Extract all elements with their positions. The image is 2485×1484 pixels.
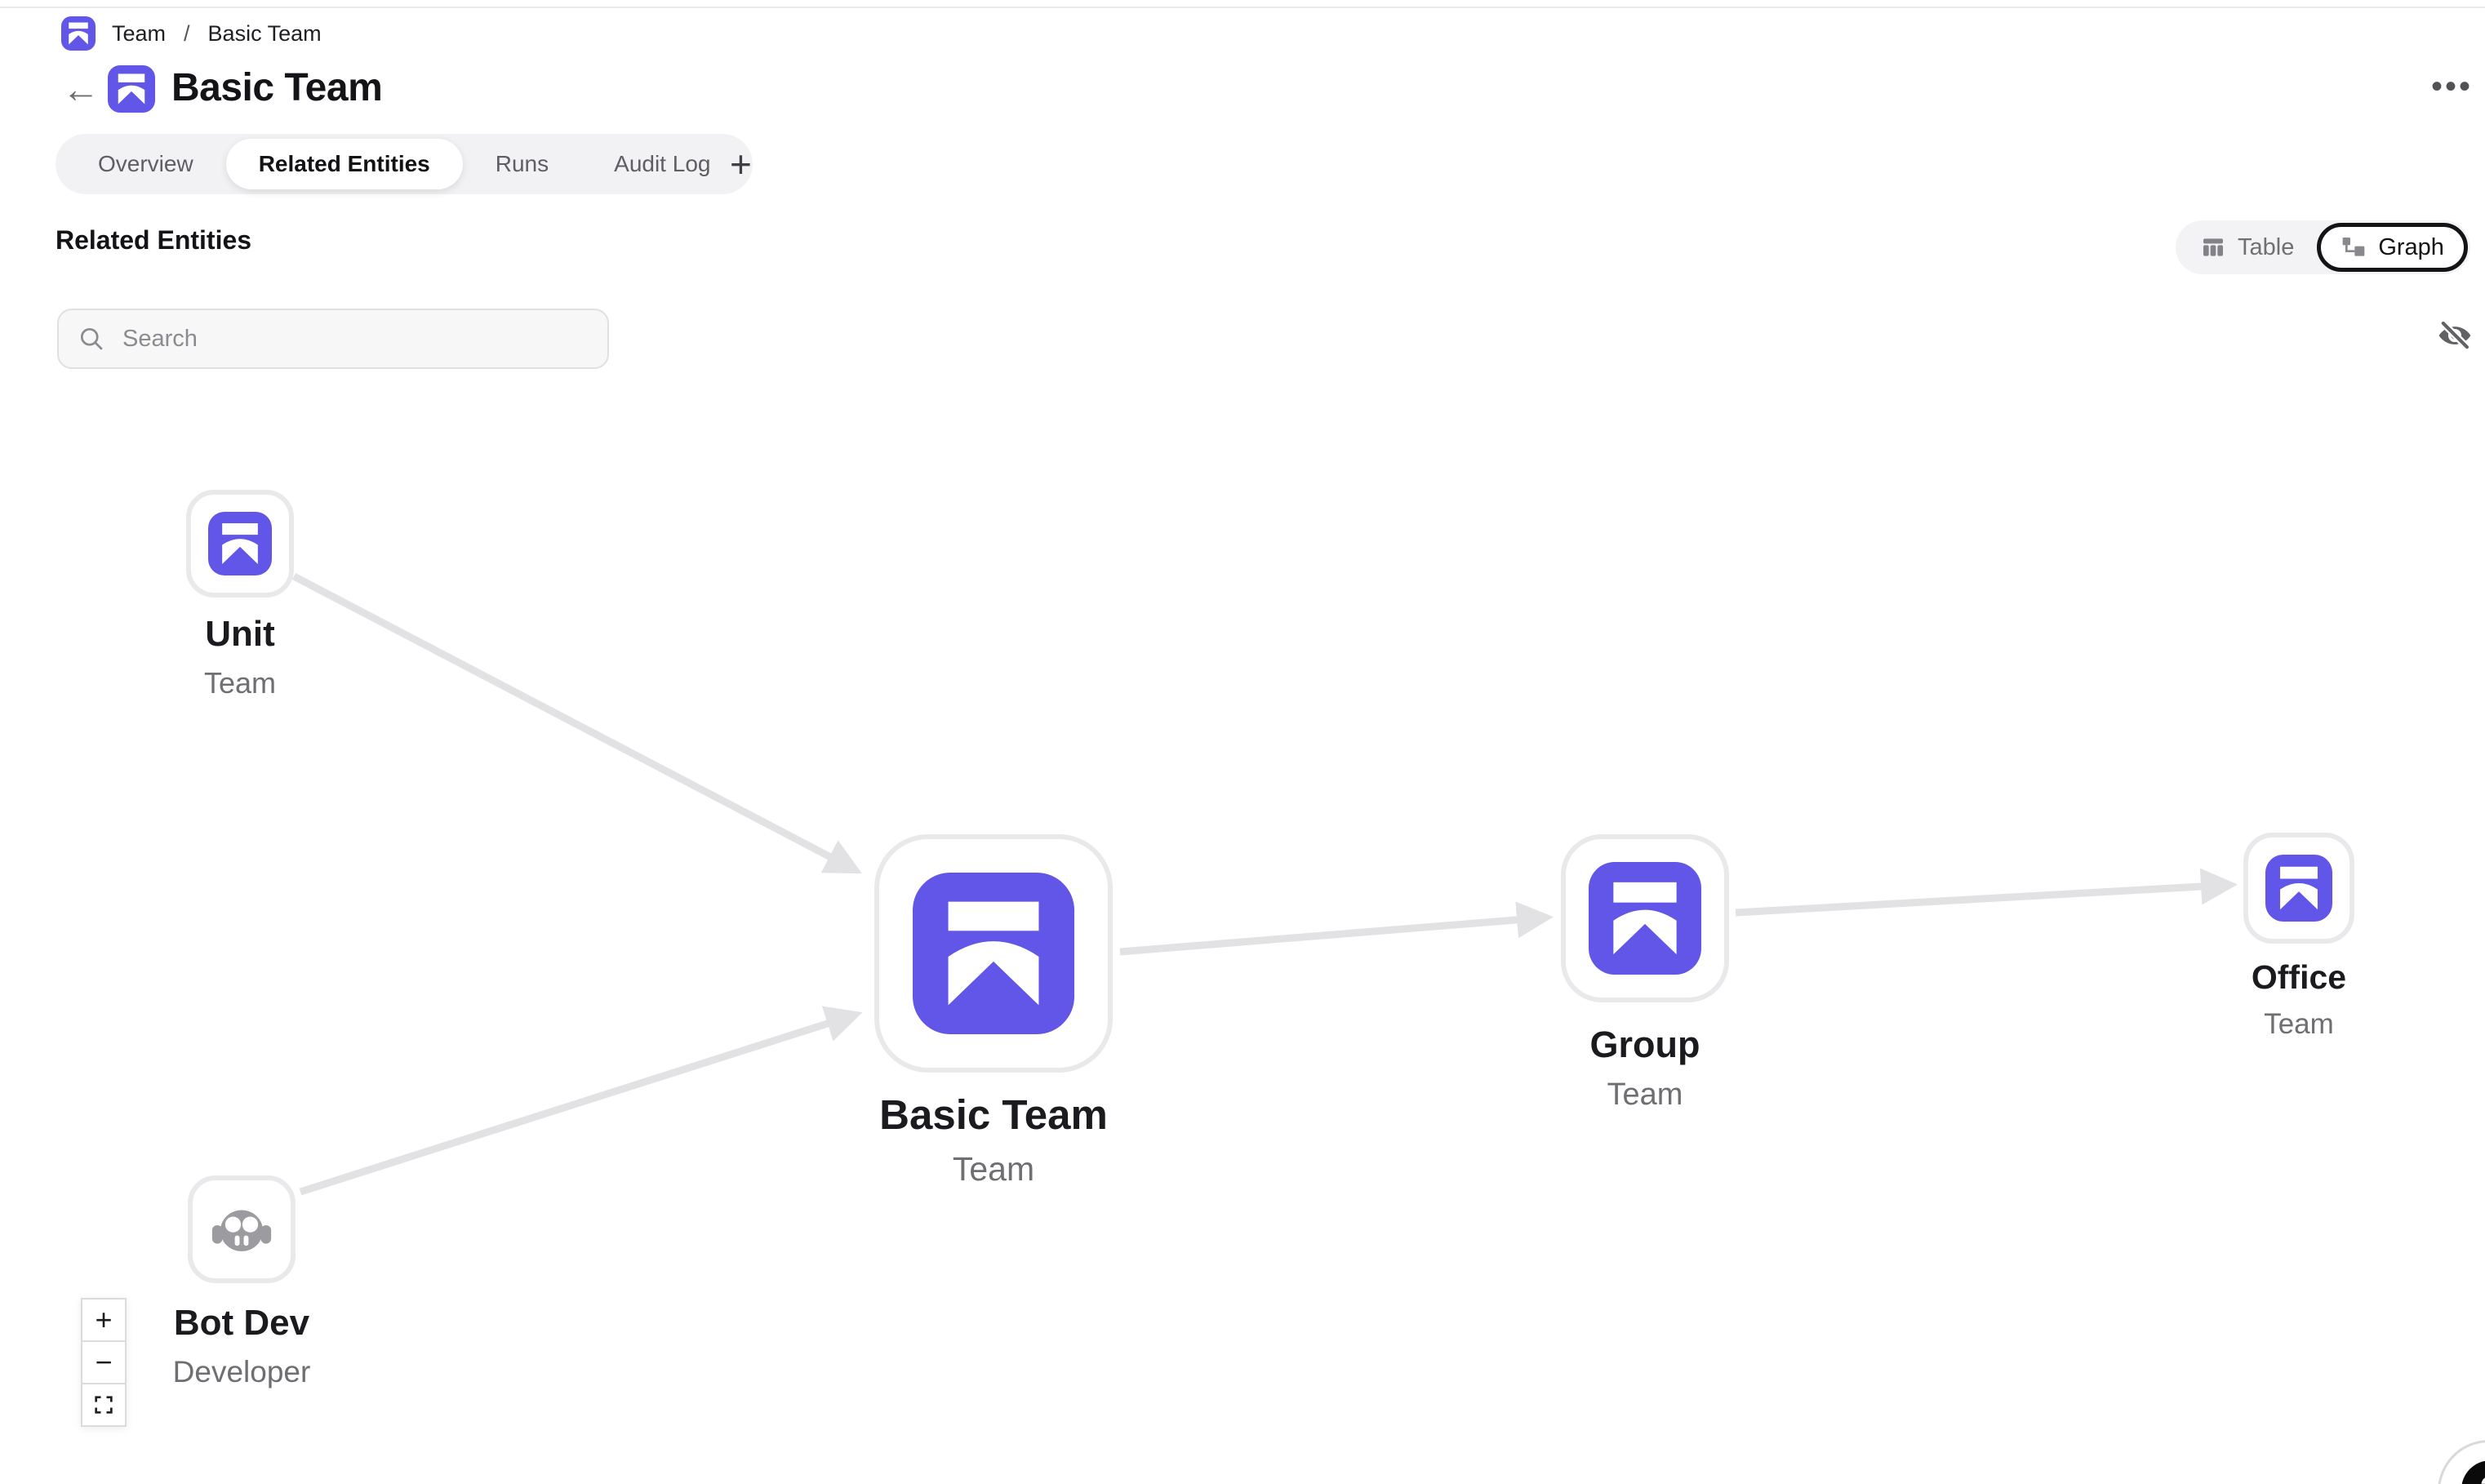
- graph-edges: [0, 0, 2485, 1484]
- node-subtitle: Team: [2127, 1008, 2470, 1041]
- edge-bot-dev-basic-team: [300, 1015, 856, 1192]
- node-title: Office: [2127, 958, 2470, 997]
- app-window: Team / Basic Team ← Basic Team ••• Overv…: [0, 0, 2485, 1484]
- port-logo-icon: [913, 873, 1074, 1034]
- graph-node-office-label: Office Team: [2127, 958, 2470, 1041]
- fullscreen-icon: [92, 1393, 115, 1416]
- robot-face-icon: [207, 1195, 276, 1264]
- zoom-in-button[interactable]: +: [81, 1298, 127, 1342]
- edge-basic-team-group: [1120, 918, 1546, 952]
- edge-group-office: [1736, 885, 2230, 913]
- graph-node-unit[interactable]: [186, 490, 294, 598]
- graph-node-group[interactable]: [1561, 834, 1729, 1002]
- graph-node-unit-label: Unit Team: [69, 614, 411, 700]
- graph-zoom-controls: + −: [81, 1298, 127, 1427]
- port-logo-icon: [208, 512, 272, 575]
- graph-node-bot-dev[interactable]: [188, 1175, 296, 1283]
- port-logo-icon: [2265, 855, 2332, 922]
- node-subtitle: Team: [1474, 1077, 1816, 1113]
- node-title: Basic Team: [822, 1091, 1165, 1139]
- graph-node-office[interactable]: [2243, 833, 2354, 944]
- node-subtitle: Team: [69, 666, 411, 700]
- node-title: Unit: [69, 614, 411, 655]
- port-logo-icon: [1589, 862, 1701, 975]
- zoom-out-button[interactable]: −: [81, 1340, 127, 1384]
- help-button[interactable]: ?: [2461, 1460, 2485, 1484]
- graph-node-basic-team[interactable]: [874, 834, 1113, 1073]
- graph-node-basic-team-label: Basic Team Team: [822, 1091, 1165, 1189]
- fit-view-button[interactable]: [81, 1383, 127, 1427]
- graph-node-group-label: Group Team: [1474, 1024, 1816, 1113]
- node-subtitle: Team: [822, 1150, 1165, 1189]
- node-title: Group: [1474, 1024, 1816, 1066]
